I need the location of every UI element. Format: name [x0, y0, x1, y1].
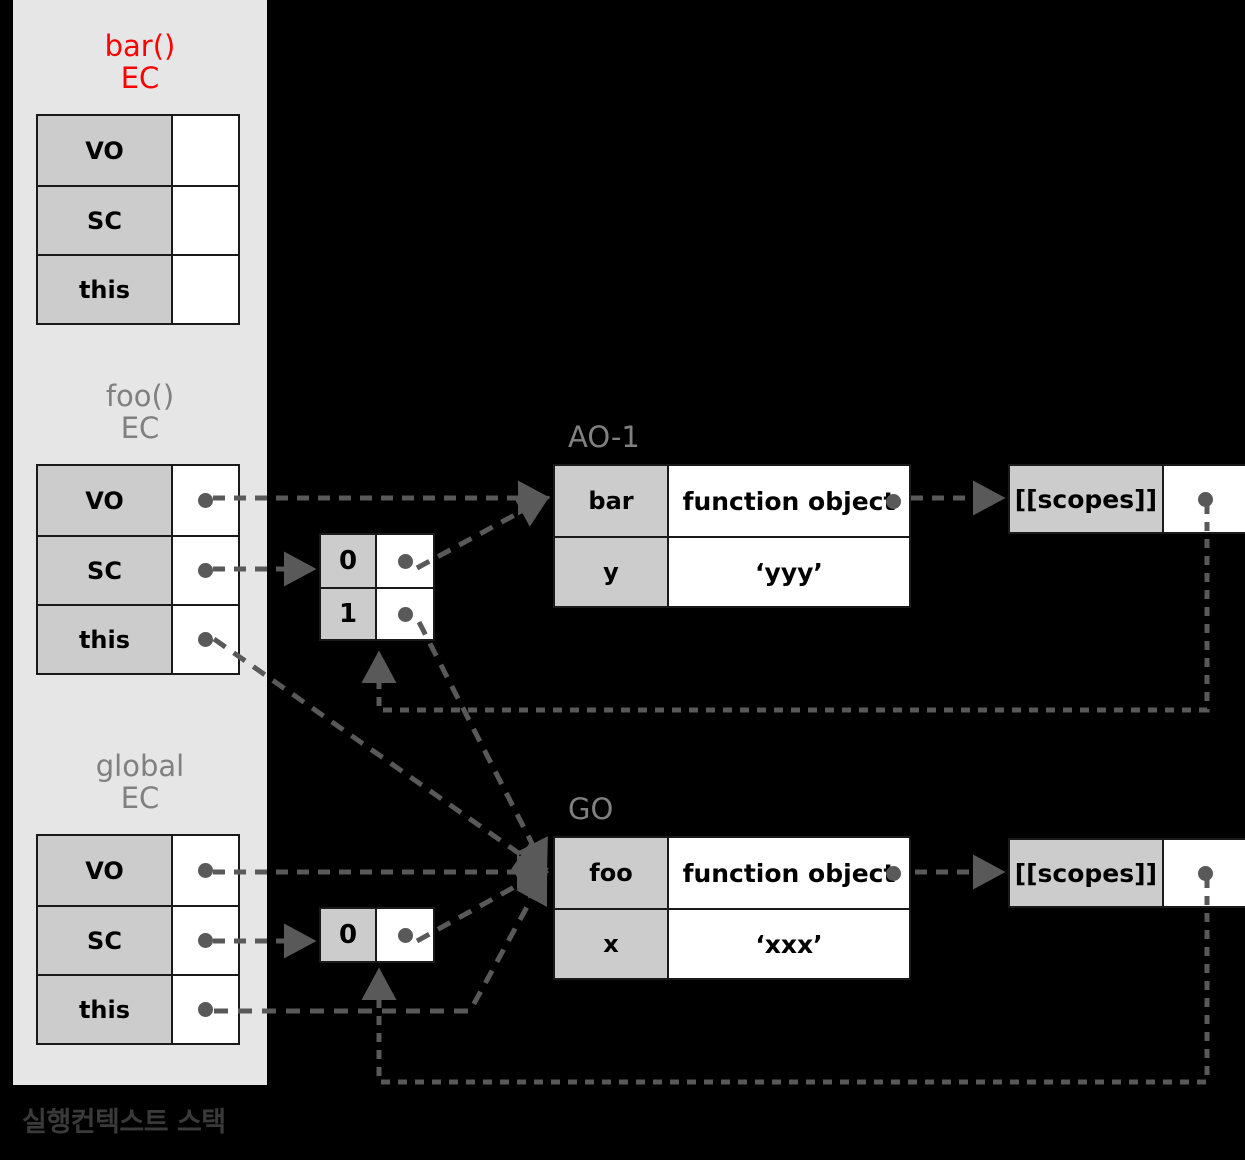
object-row-value: function object	[669, 838, 909, 908]
object-table-go: foo function object x ‘xxx’	[553, 836, 911, 980]
pointer-dot	[397, 927, 413, 943]
scope-chain-index: 0	[321, 535, 378, 587]
scope-chain-array-global: 0	[319, 907, 435, 963]
scope-chain-row-1: 1	[321, 587, 433, 639]
ec-row-this: this	[38, 254, 238, 323]
scope-chain-index: 0	[321, 909, 378, 961]
ec-row-value	[173, 116, 238, 185]
object-row-key: bar	[555, 466, 669, 536]
pointer-dot	[886, 865, 901, 881]
pointer-dot	[198, 632, 213, 647]
scope-chain-value	[377, 909, 433, 961]
scopes-row: [[scopes]]	[1010, 466, 1245, 532]
ec-row-this: this	[38, 604, 238, 673]
object-row-value: ‘xxx’	[669, 910, 909, 978]
ec-row-value	[173, 976, 238, 1043]
ec-table-global: VO SC this	[36, 834, 240, 1045]
pointer-dot	[198, 1002, 213, 1017]
ec-row-value	[173, 606, 238, 673]
ec-row-key: SC	[38, 537, 173, 604]
object-row-value: function object	[669, 466, 909, 536]
ec-row-value	[173, 466, 238, 535]
ec-row-key: VO	[38, 116, 173, 185]
ec-row-key: VO	[38, 466, 173, 535]
wire-scopechain-foo-1-to-go	[416, 620, 548, 874]
stack-caption: 실행컨텍스트 스택	[22, 1107, 226, 1138]
scopes-label: [[scopes]]	[1010, 466, 1164, 532]
ec-table-bar: VO SC this	[36, 114, 240, 325]
object-row-x: x ‘xxx’	[555, 908, 909, 978]
scopes-box-bar: [[scopes]]	[1008, 464, 1245, 534]
ec-row-value	[173, 256, 238, 323]
ec-title-foo: foo() EC	[105, 379, 175, 446]
pointer-dot	[198, 563, 213, 578]
scope-chain-row-0: 0	[321, 909, 433, 961]
scope-chain-value	[377, 535, 433, 587]
ec-row-value	[173, 537, 238, 604]
pointer-dot	[397, 606, 413, 622]
object-title-ao1: AO-1	[568, 420, 640, 454]
wire-scopechain-foo-0-to-ao1	[415, 495, 550, 571]
ec-title-global: global EC	[95, 749, 185, 816]
object-title-go: GO	[568, 792, 614, 826]
ec-row-vo: VO	[38, 836, 238, 905]
ec-title-bar: bar() EC	[104, 29, 176, 96]
ec-row-key: this	[38, 256, 173, 323]
ec-row-key: SC	[38, 907, 173, 974]
pointer-dot	[198, 933, 213, 948]
object-row-value: ‘yyy’	[669, 538, 909, 606]
diagram-canvas: bar() EC VO SC this foo() EC VO SC this …	[0, 0, 1245, 1160]
object-row-key: foo	[555, 838, 669, 908]
ec-row-sc: SC	[38, 185, 238, 254]
scope-chain-index: 1	[321, 589, 378, 639]
scopes-value	[1163, 840, 1245, 906]
pointer-dot	[1197, 491, 1213, 507]
ec-row-key: this	[38, 606, 173, 673]
object-row-key: y	[555, 538, 669, 606]
object-table-ao1: bar function object y ‘yyy’	[553, 464, 911, 608]
pointer-dot	[198, 863, 213, 878]
ec-row-key: VO	[38, 836, 173, 905]
object-row-bar: bar function object	[555, 466, 909, 536]
ec-row-vo: VO	[38, 116, 238, 185]
object-row-key: x	[555, 910, 669, 978]
ec-row-vo: VO	[38, 466, 238, 535]
ec-row-sc: SC	[38, 535, 238, 604]
scope-chain-row-0: 0	[321, 535, 433, 587]
ec-row-value	[173, 836, 238, 905]
scope-chain-array-foo: 0 1	[319, 533, 435, 641]
scope-chain-value	[377, 589, 433, 639]
scopes-label: [[scopes]]	[1010, 840, 1164, 906]
object-row-value-text: function object	[682, 486, 896, 516]
ec-row-this: this	[38, 974, 238, 1043]
pointer-dot	[397, 553, 413, 569]
ec-table-foo: VO SC this	[36, 464, 240, 675]
pointer-dot	[1197, 865, 1213, 881]
object-row-foo: foo function object	[555, 838, 909, 908]
ec-row-key: this	[38, 976, 173, 1043]
wire-scopechain-global-0-to-go	[415, 867, 549, 944]
ec-row-value	[173, 907, 238, 974]
scopes-value	[1163, 466, 1245, 532]
pointer-dot	[198, 493, 213, 508]
ec-row-key: SC	[38, 187, 173, 254]
object-row-value-text: function object	[682, 858, 896, 888]
object-row-y: y ‘yyy’	[555, 536, 909, 606]
scopes-row: [[scopes]]	[1010, 840, 1245, 906]
ec-row-value	[173, 187, 238, 254]
scopes-box-foo: [[scopes]]	[1008, 838, 1245, 908]
ec-row-sc: SC	[38, 905, 238, 974]
pointer-dot	[886, 493, 901, 509]
